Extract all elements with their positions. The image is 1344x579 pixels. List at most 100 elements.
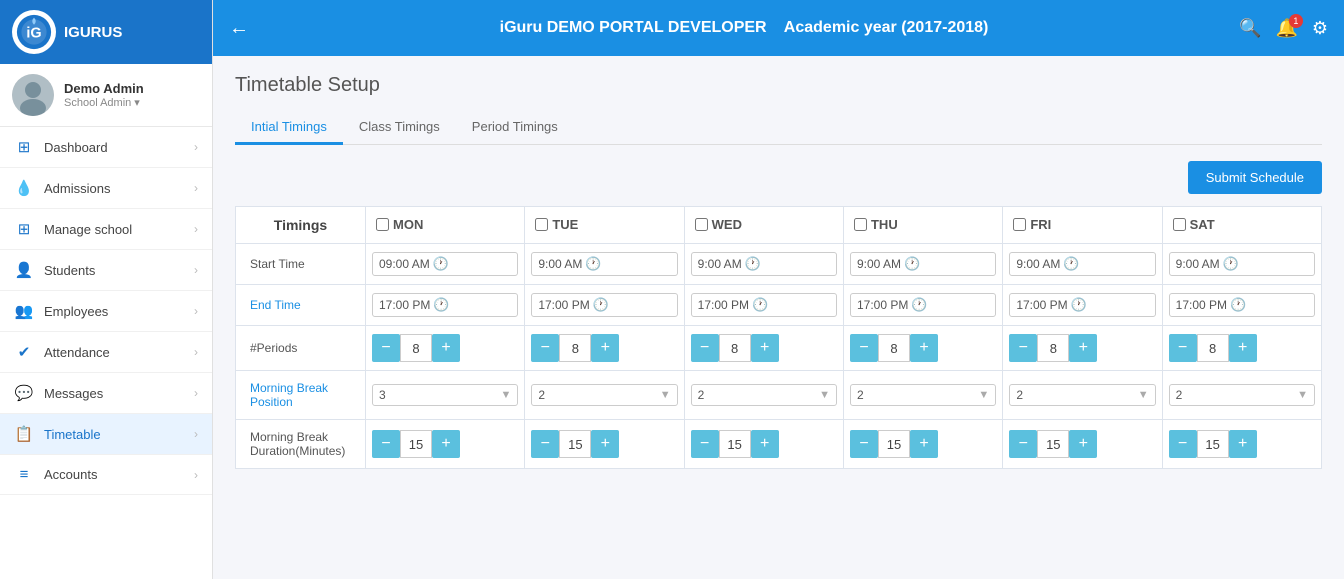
counter-value: 15 — [719, 430, 751, 458]
tab-period[interactable]: Period Timings — [456, 111, 574, 145]
clock-icon: 🕐 — [752, 297, 768, 313]
time-input[interactable]: 9:00 AM 🕐 — [1169, 252, 1315, 276]
sidebar-item-label: Timetable — [44, 427, 184, 442]
sidebar-item-employees[interactable]: 👥 Employees › — [0, 291, 212, 332]
time-input[interactable]: 9:00 AM 🕐 — [850, 252, 996, 276]
counter-decrement[interactable]: − — [691, 430, 719, 458]
counter-increment[interactable]: + — [1069, 334, 1097, 362]
counter-decrement[interactable]: − — [531, 430, 559, 458]
day-check-wed[interactable] — [695, 218, 708, 231]
time-input[interactable]: 9:00 AM 🕐 — [531, 252, 677, 276]
counter-decrement[interactable]: − — [850, 334, 878, 362]
counter-decrement[interactable]: − — [1009, 430, 1037, 458]
counter-increment[interactable]: + — [432, 334, 460, 362]
counter-increment[interactable]: + — [591, 430, 619, 458]
counter-value: 8 — [1037, 334, 1069, 362]
time-input[interactable]: 9:00 AM 🕐 — [1009, 252, 1155, 276]
settings-icon[interactable]: ⚙ — [1312, 18, 1328, 39]
sidebar-item-messages[interactable]: 💬 Messages › — [0, 373, 212, 414]
table-row: Start Time 09:00 AM 🕐 9:00 AM 🕐 9:00 AM … — [236, 244, 1322, 285]
sidebar-item-accounts[interactable]: ≡ Accounts › — [0, 455, 212, 495]
page-title: Timetable Setup — [235, 74, 1322, 97]
dropdown[interactable]: 2 ▼ — [850, 384, 996, 406]
day-checkbox-tue[interactable]: TUE — [535, 217, 578, 232]
day-checkbox-sat[interactable]: SAT — [1173, 217, 1215, 232]
counter-increment[interactable]: + — [910, 430, 938, 458]
time-input[interactable]: 17:00 PM 🕐 — [531, 293, 677, 317]
counter-increment[interactable]: + — [751, 430, 779, 458]
dropdown[interactable]: 2 ▼ — [1009, 384, 1155, 406]
day-check-tue[interactable] — [535, 218, 548, 231]
sidebar-item-label: Dashboard — [44, 140, 184, 155]
counter-wrap: − 8 + — [372, 334, 518, 362]
counter-increment[interactable]: + — [1229, 430, 1257, 458]
clock-icon: 🕐 — [1063, 256, 1079, 272]
counter-decrement[interactable]: − — [372, 430, 400, 458]
counter-increment[interactable]: + — [1069, 430, 1097, 458]
sidebar-item-timetable[interactable]: 📋 Timetable › — [0, 414, 212, 455]
day-checkbox-fri[interactable]: FRI — [1013, 217, 1051, 232]
counter-decrement[interactable]: − — [1169, 334, 1197, 362]
cell-wed: 9:00 AM 🕐 — [684, 244, 843, 285]
content-area: Timetable Setup Intial TimingsClass Timi… — [213, 56, 1344, 579]
day-header-tue: TUE — [525, 207, 684, 244]
dropdown[interactable]: 3 ▼ — [372, 384, 518, 406]
sidebar-item-admissions[interactable]: 💧 Admissions › — [0, 168, 212, 209]
notification-icon[interactable]: 🔔 1 — [1275, 18, 1297, 39]
sidebar-item-manage-school[interactable]: ⊞ Manage school › — [0, 209, 212, 250]
time-input[interactable]: 09:00 AM 🕐 — [372, 252, 518, 276]
tab-class[interactable]: Class Timings — [343, 111, 456, 145]
tab-initial[interactable]: Intial Timings — [235, 111, 343, 145]
counter-increment[interactable]: + — [432, 430, 460, 458]
employees-icon: 👥 — [14, 302, 34, 320]
day-check-thu[interactable] — [854, 218, 867, 231]
sidebar-item-label: Students — [44, 263, 184, 278]
time-input[interactable]: 9:00 AM 🕐 — [691, 252, 837, 276]
day-checkbox-thu[interactable]: THU — [854, 217, 898, 232]
timetable: Timings MONTUEWEDTHUFRISAT Start Time 09… — [235, 206, 1322, 469]
dashboard-icon: ⊞ — [14, 138, 34, 156]
counter-decrement[interactable]: − — [1169, 430, 1197, 458]
cell-mon: − 15 + — [366, 420, 525, 469]
counter-increment[interactable]: + — [751, 334, 779, 362]
submit-schedule-button[interactable]: Submit Schedule — [1188, 161, 1322, 194]
dropdown[interactable]: 2 ▼ — [691, 384, 837, 406]
day-check-mon[interactable] — [376, 218, 389, 231]
counter-wrap: − 8 + — [850, 334, 996, 362]
time-input[interactable]: 17:00 PM 🕐 — [1169, 293, 1315, 317]
time-input[interactable]: 17:00 PM 🕐 — [1009, 293, 1155, 317]
sidebar-logo: iG IGURUS — [0, 0, 212, 64]
search-icon[interactable]: 🔍 — [1239, 18, 1261, 39]
sidebar-item-students[interactable]: 👤 Students › — [0, 250, 212, 291]
table-header-row: Timings MONTUEWEDTHUFRISAT — [236, 207, 1322, 244]
tabs: Intial TimingsClass TimingsPeriod Timing… — [235, 111, 1322, 145]
table-row: #Periods − 8 + − 8 + − 8 + − 8 + − 8 + — [236, 326, 1322, 371]
sidebar-item-label: Employees — [44, 304, 184, 319]
user-info: Demo Admin School Admin ▾ — [64, 81, 144, 109]
counter-increment[interactable]: + — [910, 334, 938, 362]
counter-decrement[interactable]: − — [1009, 334, 1037, 362]
dropdown[interactable]: 2 ▼ — [1169, 384, 1315, 406]
counter-increment[interactable]: + — [1229, 334, 1257, 362]
sidebar-item-attendance[interactable]: ✔ Attendance › — [0, 332, 212, 373]
day-checkbox-mon[interactable]: MON — [376, 217, 423, 232]
messages-icon: 💬 — [14, 384, 34, 402]
day-check-sat[interactable] — [1173, 218, 1186, 231]
counter-decrement[interactable]: − — [531, 334, 559, 362]
day-checkbox-wed[interactable]: WED — [695, 217, 742, 232]
sidebar-item-dashboard[interactable]: ⊞ Dashboard › — [0, 127, 212, 168]
day-check-fri[interactable] — [1013, 218, 1026, 231]
counter-value: 8 — [400, 334, 432, 362]
time-input[interactable]: 17:00 PM 🕐 — [850, 293, 996, 317]
back-button[interactable]: ← — [229, 17, 249, 40]
counter-increment[interactable]: + — [591, 334, 619, 362]
counter-decrement[interactable]: − — [850, 430, 878, 458]
cell-sat: 9:00 AM 🕐 — [1162, 244, 1321, 285]
counter-decrement[interactable]: − — [691, 334, 719, 362]
chevron-down-icon: ▼ — [660, 389, 671, 401]
counter-decrement[interactable]: − — [372, 334, 400, 362]
cell-sat: − 15 + — [1162, 420, 1321, 469]
time-input[interactable]: 17:00 PM 🕐 — [372, 293, 518, 317]
time-input[interactable]: 17:00 PM 🕐 — [691, 293, 837, 317]
dropdown[interactable]: 2 ▼ — [531, 384, 677, 406]
